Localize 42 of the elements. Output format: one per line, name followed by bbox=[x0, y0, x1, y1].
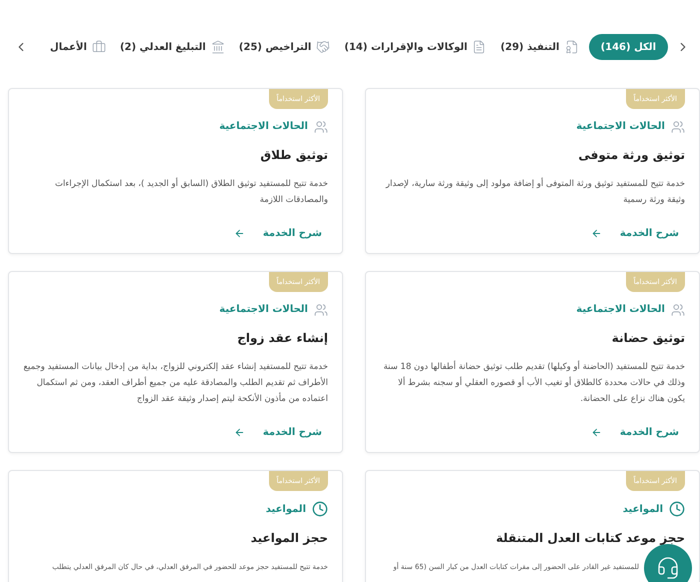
category-tab[interactable]: الأعمال bbox=[46, 34, 110, 60]
service-details-link[interactable]: شرح الخدمة bbox=[21, 425, 322, 440]
service-description: خدمة تتيح للمستفيد إنشاء عقد إلكتروني للزواج، بداية من إدخال بيانات المستفيد وجميع الأطراف ثم تقديم الطلب والمصادقة عليه من جميع أطراف العقد، ومن ثم استكمال اعتماده من مأذون الأنكحة ليتم إصدار وثيقة عقد الزواج bbox=[22, 361, 328, 406]
category-label: الحالات الاجتماعية bbox=[219, 303, 308, 317]
building-icon bbox=[210, 40, 225, 54]
category-tab[interactable]: التنفيذ (29) bbox=[496, 34, 582, 60]
category-label: الحالات الاجتماعية bbox=[576, 303, 665, 317]
people-icon bbox=[671, 302, 685, 316]
category-tab[interactable]: التبليغ العدلي (2) bbox=[116, 34, 229, 60]
service-description: خدمة تتيح للمستفيد توثيق الطلاق (السابق أو الجديد )، بعد استكمال الإجراءات والمصادقات اللازمة bbox=[54, 176, 328, 207]
clock-icon bbox=[312, 501, 328, 517]
handshake-icon bbox=[316, 40, 330, 54]
service-title: توثيق طلاق bbox=[259, 147, 328, 164]
service-details-link[interactable]: شرح الخدمة bbox=[378, 425, 679, 440]
headset-icon bbox=[656, 556, 680, 580]
service-title: توثيق حضانة bbox=[610, 330, 685, 347]
service-description: خدمة تتيح للمستفيد (الحاضنة أو وكيلها) تقديم طلب توثيق حضانة أطفالها دون 18 سنة وذلك في حالات محددة كالطلاق أو تغيب الأب أو قصوره العقلي أو سجنه بشرط ألا يكون هناك نزاع على الحضانة. bbox=[382, 360, 685, 406]
service-details-link[interactable]: شرح الخدمة bbox=[21, 226, 322, 241]
service-title: توثيق ورثة متوفى bbox=[577, 147, 685, 164]
people-icon bbox=[314, 120, 328, 134]
service-description: خدمة تتيح للمستفيد توثيق ورثة المتوفى أو إضافة مولود إلى وثيقة ورثة سارية، لإصدار وثيقة ورثة رسمية bbox=[384, 176, 685, 207]
people-icon bbox=[314, 302, 328, 316]
clock-icon bbox=[669, 501, 685, 517]
service-title: حجز المواعيد bbox=[250, 530, 328, 547]
category-label: الحالات الاجتماعية bbox=[219, 120, 308, 134]
category-label: الحالات الاجتماعية bbox=[576, 120, 665, 134]
category-label: المواعيد bbox=[266, 502, 306, 516]
category-tab[interactable]: الوكالات والإقرارات (14) bbox=[340, 34, 490, 60]
service-title: إنشاء عقد زواج bbox=[236, 330, 328, 347]
category-tab[interactable]: التراخيص (25) bbox=[234, 34, 334, 60]
arrow-icon bbox=[234, 228, 245, 239]
arrow-icon bbox=[590, 228, 602, 239]
category-tab[interactable]: الكل (146) bbox=[588, 34, 668, 60]
service-details-link[interactable]: شرح الخدمة bbox=[378, 226, 679, 241]
service-title: حجز موعد كتابات العدل المتنقلة bbox=[494, 530, 685, 547]
people-icon bbox=[671, 120, 685, 134]
document-badge-icon bbox=[564, 40, 578, 54]
briefcase-icon bbox=[92, 40, 106, 54]
arrow-icon bbox=[590, 427, 602, 438]
category-label: المواعيد bbox=[622, 502, 663, 516]
arrow-icon bbox=[234, 427, 245, 438]
document-icon bbox=[472, 40, 486, 54]
